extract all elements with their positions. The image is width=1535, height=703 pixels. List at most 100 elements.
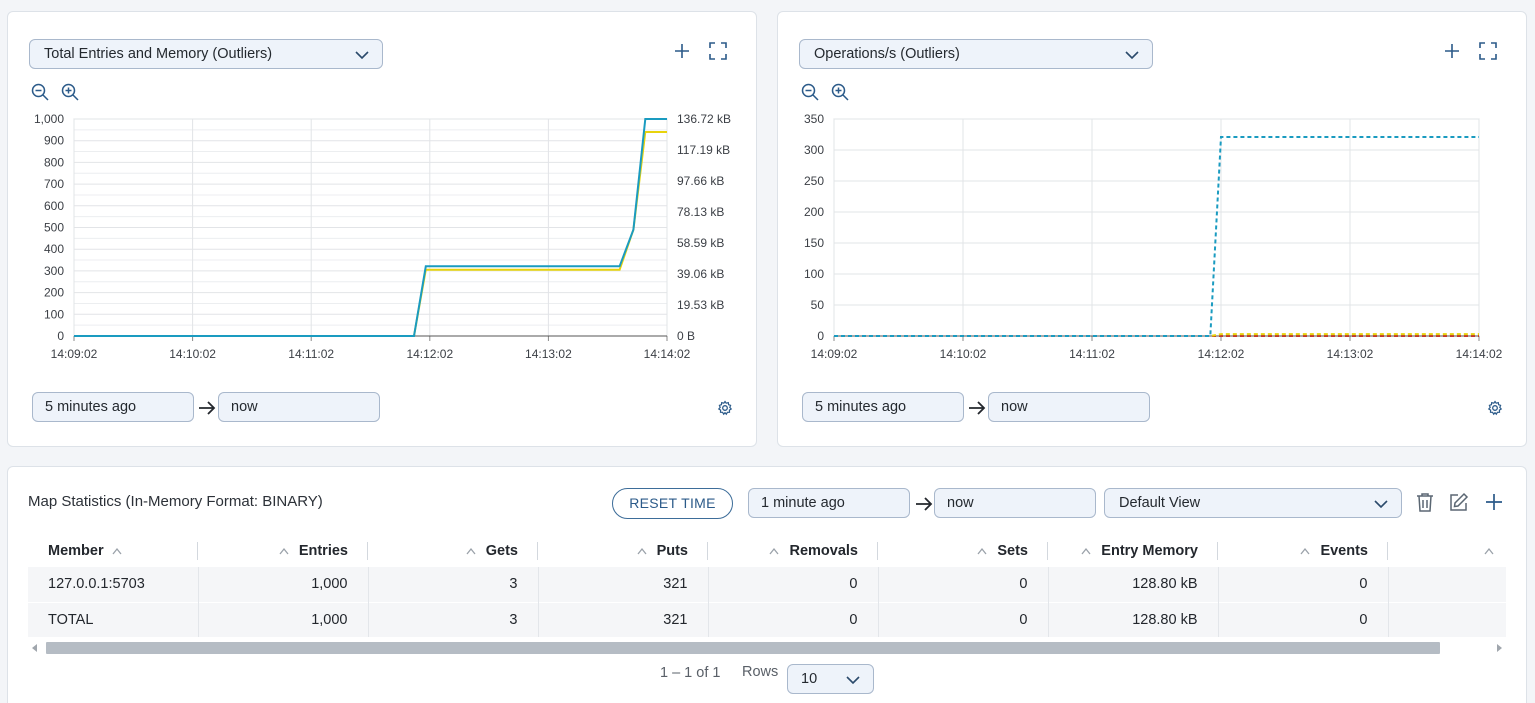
zoom-in-icon[interactable]: [59, 81, 81, 103]
y-tick-label: 350: [804, 112, 824, 126]
edit-icon[interactable]: [1448, 491, 1470, 513]
column-header[interactable]: Gets: [368, 535, 538, 567]
table-cell: 321: [538, 567, 709, 602]
y-tick-label: 50: [811, 298, 825, 312]
time-to-value: now: [947, 495, 974, 511]
table-cell: 0: [878, 567, 1049, 602]
time-from-value: 1 minute ago: [761, 495, 845, 511]
zoom-out-icon[interactable]: [29, 81, 51, 103]
table-row[interactable]: TOTAL 1,000 3 321 0 0 128.80 kB 0: [28, 601, 1506, 637]
x-tick-label: 14:09:02: [811, 347, 858, 361]
add-icon[interactable]: [1483, 491, 1505, 513]
y-tick-label: 300: [44, 264, 64, 278]
sort-icon[interactable]: [637, 547, 647, 555]
column-header[interactable]: Entry Memory: [1048, 535, 1218, 567]
x-tick-label: 14:13:02: [525, 347, 572, 361]
metric-select[interactable]: Operations/s (Outliers): [799, 39, 1153, 69]
chevron-down-icon: [355, 51, 369, 60]
panel-title: Map Statistics (In-Memory Format: BINARY…: [28, 493, 323, 510]
settings-icon[interactable]: [714, 397, 736, 419]
fullscreen-icon[interactable]: [1477, 40, 1499, 62]
map-statistics-table: Member Entries Gets Puts Removals Sets Entry M…: [28, 535, 1506, 637]
view-select-value: Default View: [1119, 495, 1201, 511]
table-cell: 128.80 kB: [1048, 567, 1219, 602]
table-cell: 0: [878, 601, 1049, 637]
time-from-input[interactable]: 5 minutes ago: [802, 392, 964, 422]
operations-panel: Operations/s (Outliers) 350 300 250 200 150 1…: [777, 11, 1527, 447]
y-tick-label: 400: [44, 242, 64, 256]
rows-per-page-select[interactable]: 10: [787, 664, 874, 694]
x-tick-label: 14:11:02: [288, 347, 334, 361]
column-header-label: Gets: [485, 543, 518, 559]
map-statistics-panel: Map Statistics (In-Memory Format: BINARY…: [7, 466, 1527, 703]
scroll-right-icon[interactable]: [1496, 644, 1502, 652]
column-header[interactable]: Puts: [538, 535, 708, 567]
zoom-in-icon[interactable]: [829, 81, 851, 103]
column-header[interactable]: Entries: [198, 535, 368, 567]
column-header[interactable]: Sets: [878, 535, 1048, 567]
time-from-value: 5 minutes ago: [815, 399, 907, 415]
column-header-label: Member: [48, 543, 104, 559]
view-select[interactable]: Default View: [1104, 488, 1402, 518]
table-cell: 3: [368, 567, 539, 602]
x-tick-label: 14:09:02: [51, 347, 98, 361]
time-to-input[interactable]: now: [988, 392, 1150, 422]
fullscreen-icon[interactable]: [707, 40, 729, 62]
y-tick-label: 250: [804, 174, 824, 188]
sort-icon[interactable]: [977, 547, 987, 555]
y-tick-label: 900: [44, 134, 64, 148]
column-header[interactable]: Removals: [708, 535, 878, 567]
time-from-input[interactable]: 1 minute ago: [748, 488, 910, 518]
table-row[interactable]: 127.0.0.1:5703 1,000 3 321 0 0 128.80 kB 0: [28, 567, 1506, 602]
reset-time-button[interactable]: RESET TIME: [612, 488, 733, 519]
add-icon[interactable]: [1441, 40, 1463, 62]
y-tick-label: 500: [44, 221, 64, 235]
scroll-left-icon[interactable]: [32, 644, 38, 652]
sort-icon[interactable]: [769, 547, 779, 555]
sort-icon[interactable]: [1081, 547, 1091, 555]
y-tick-label: 700: [44, 177, 64, 191]
arrow-right-icon: [916, 497, 933, 511]
time-to-value: now: [1001, 399, 1028, 415]
metric-select-value: Total Entries and Memory (Outliers): [44, 46, 273, 62]
column-header[interactable]: Member: [28, 535, 198, 567]
sort-icon[interactable]: [466, 547, 476, 555]
add-icon[interactable]: [671, 40, 693, 62]
table-cell: 3: [368, 601, 539, 637]
pagination-range: 1 – 1 of 1: [660, 665, 721, 681]
table-cell: 0: [1218, 601, 1389, 637]
time-from-input[interactable]: 5 minutes ago: [32, 392, 194, 422]
y-tick-label: 200: [804, 205, 824, 219]
column-header[interactable]: Events: [1218, 535, 1388, 567]
time-to-input[interactable]: now: [934, 488, 1096, 518]
column-header-label: Entry Memory: [1101, 543, 1198, 559]
sort-icon[interactable]: [279, 547, 289, 555]
table-cell-empty: [1388, 601, 1506, 637]
table-cell-empty: [1388, 567, 1506, 602]
zoom-out-icon[interactable]: [799, 81, 821, 103]
x-tick-label: 14:11:02: [1069, 347, 1115, 361]
plot-area: [833, 118, 1480, 337]
y2-tick-label: 19.53 kB: [677, 298, 724, 312]
y-tick-label: 150: [804, 236, 824, 250]
arrow-right-icon: [199, 401, 216, 415]
column-header-label: Removals: [789, 543, 858, 559]
sort-icon[interactable]: [112, 547, 122, 555]
arrow-right-icon: [969, 401, 986, 415]
rows-per-page-value: 10: [801, 671, 818, 687]
time-to-input[interactable]: now: [218, 392, 380, 422]
trash-icon[interactable]: [1414, 491, 1436, 513]
table-cell: 0: [708, 601, 879, 637]
metric-select-value: Operations/s (Outliers): [814, 46, 960, 62]
sort-icon[interactable]: [1484, 547, 1494, 555]
y-tick-label: 800: [44, 155, 64, 169]
table-cell: 0: [708, 567, 879, 602]
sort-icon[interactable]: [1300, 547, 1310, 555]
metric-select[interactable]: Total Entries and Memory (Outliers): [29, 39, 383, 69]
scrollbar-thumb[interactable]: [46, 642, 1440, 654]
table-cell: 127.0.0.1:5703: [28, 567, 199, 602]
settings-icon[interactable]: [1484, 397, 1506, 419]
x-tick-label: 14:13:02: [1327, 347, 1374, 361]
horizontal-scrollbar[interactable]: [28, 640, 1506, 656]
column-header-extra[interactable]: [1388, 535, 1506, 567]
